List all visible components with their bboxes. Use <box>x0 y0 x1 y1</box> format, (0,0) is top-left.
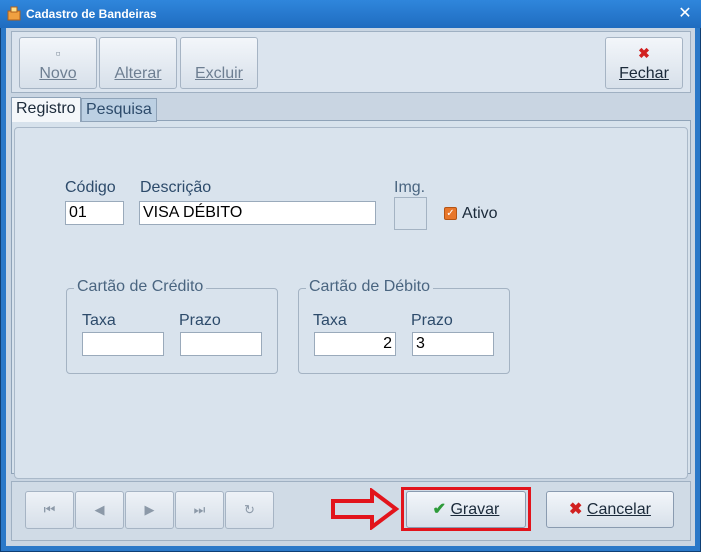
debito-taxa-label: Taxa <box>313 312 347 329</box>
credito-group-title: Cartão de Crédito <box>74 278 207 296</box>
excluir-button[interactable]: Excluir <box>180 37 258 89</box>
ativo-label: Ativo <box>462 205 498 222</box>
descricao-input[interactable]: VISA DÉBITO <box>139 201 376 225</box>
credito-prazo-label: Prazo <box>179 312 221 329</box>
image-box[interactable] <box>394 197 427 230</box>
highlight-box <box>401 487 531 531</box>
new-document-icon: ▫ <box>55 45 61 61</box>
fechar-button[interactable]: ✖ Fechar <box>605 37 683 89</box>
credito-taxa-label: Taxa <box>82 312 116 329</box>
cancelar-label: Cancelar <box>586 501 651 518</box>
arrow-annotation-icon <box>331 488 400 530</box>
first-record-icon[interactable]: ⏮ <box>25 491 74 529</box>
credito-taxa-input[interactable] <box>82 332 164 356</box>
fechar-label: Fechar <box>619 65 669 82</box>
novo-label: Novo <box>39 65 77 82</box>
cancel-icon: ✖ <box>569 501 583 518</box>
last-record-icon[interactable]: ⏭ <box>175 491 224 529</box>
close-window-icon[interactable]: ✕ <box>674 3 696 25</box>
debito-taxa-input[interactable]: 2 <box>314 332 396 356</box>
close-icon: ✖ <box>638 45 650 61</box>
refresh-icon[interactable]: ↻ <box>225 491 274 529</box>
credito-prazo-input[interactable] <box>180 332 262 356</box>
tab-pesquisa[interactable]: Pesquisa <box>81 98 157 122</box>
debito-group-title: Cartão de Débito <box>306 278 433 296</box>
descricao-label: Descrição <box>140 179 212 196</box>
ativo-checkbox[interactable]: ✓ <box>444 207 457 220</box>
debito-prazo-input[interactable]: 3 <box>412 332 494 356</box>
img-label: Img. <box>394 179 426 196</box>
codigo-input[interactable]: 01 <box>65 201 124 225</box>
tab-registro[interactable]: Registro <box>11 97 81 122</box>
next-record-icon[interactable]: ▶ <box>125 491 174 529</box>
prev-record-icon[interactable]: ◀ <box>75 491 124 529</box>
alterar-label: Alterar <box>114 65 162 82</box>
window-title: Cadastro de Bandeiras <box>26 7 157 21</box>
novo-button[interactable]: ▫ Novo <box>19 37 97 89</box>
codigo-label: Código <box>65 179 116 196</box>
app-icon <box>7 6 21 21</box>
credito-group <box>66 288 278 374</box>
debito-group <box>298 288 510 374</box>
alterar-button[interactable]: Alterar <box>99 37 177 89</box>
cancelar-button[interactable]: ✖ Cancelar <box>546 491 674 528</box>
excluir-label: Excluir <box>194 65 243 82</box>
debito-prazo-label: Prazo <box>411 312 453 329</box>
